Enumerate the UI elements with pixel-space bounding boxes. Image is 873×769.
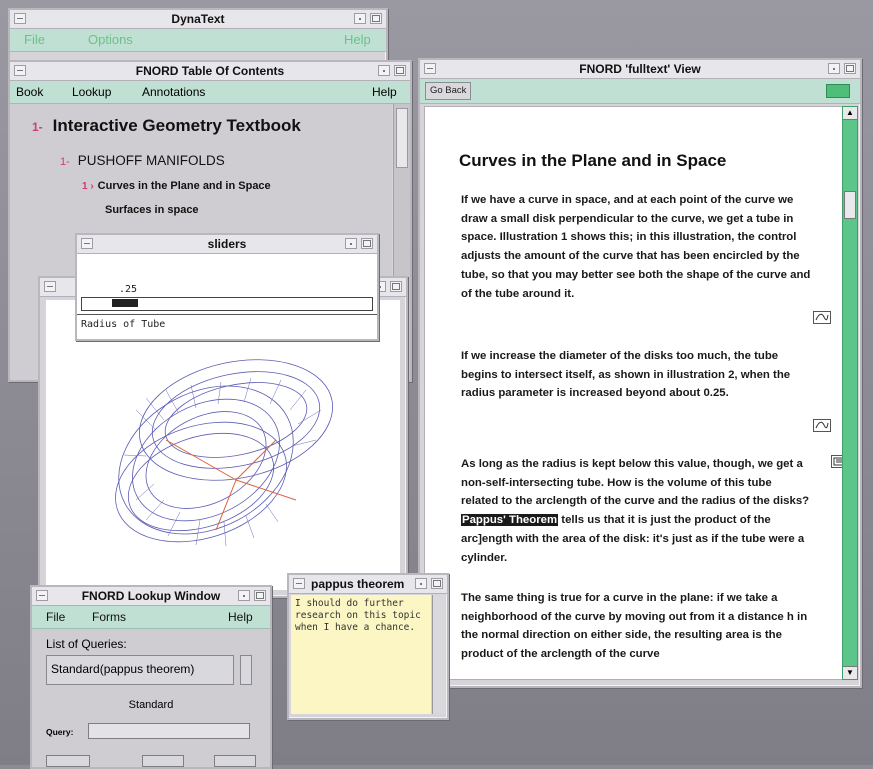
form-name: Standard (128, 699, 174, 711)
toc-item-section-curves[interactable]: 1 › Curves in the Plane and in Space (82, 180, 271, 192)
menu-lookup[interactable]: Lookup (72, 81, 111, 103)
illustration-2-icon[interactable] (813, 419, 831, 432)
sliders-window: sliders .25 Radius of Tube (75, 233, 379, 341)
menu-help[interactable]: Help (344, 29, 371, 51)
minimize-button[interactable] (415, 578, 427, 589)
illustration-canvas[interactable] (46, 300, 400, 590)
fulltext-toolbar: Go Back (420, 79, 860, 104)
scroll-thumb[interactable] (396, 108, 408, 168)
minimize-button[interactable] (354, 13, 366, 24)
maximize-button[interactable] (431, 578, 443, 589)
maximize-button[interactable] (254, 590, 266, 601)
toc-item-label: Curves in the Plane and in Space (97, 180, 271, 192)
toc-item-label: Interactive Geometry Textbook (52, 116, 301, 135)
paragraph-1: If we have a curve in space, and at each… (461, 194, 811, 300)
dynatext-window: DynaText File Options Help (8, 8, 388, 64)
radius-slider-track[interactable] (81, 297, 373, 311)
form-button[interactable] (46, 755, 90, 767)
toc-item-section-surfaces[interactable]: Surfaces in space (105, 204, 199, 216)
sliders-body: .25 Radius of Tube (77, 254, 377, 339)
form-button[interactable] (142, 755, 184, 767)
slider-label: Radius of Tube (81, 319, 166, 330)
menu-book[interactable]: Book (16, 81, 43, 103)
maximize-button[interactable] (361, 238, 373, 249)
lookup-menubar: File Forms Help (32, 606, 270, 629)
toc-item-book[interactable]: 1- Interactive Geometry Textbook (32, 116, 301, 136)
query-list[interactable]: Standard(pappus theorem) (46, 655, 234, 685)
sliders-title: sliders (77, 235, 377, 254)
go-back-button[interactable]: Go Back (425, 82, 472, 100)
lookup-window: FNORD Lookup Window File Forms Help List… (30, 585, 272, 769)
note-window: pappus theorem I should do further resea… (287, 573, 449, 720)
menu-file[interactable]: File (46, 606, 65, 628)
paragraph-3: As long as the radius is kept below this… (461, 455, 811, 567)
dynatext-title: DynaText (10, 10, 386, 29)
slider-value: .25 (119, 284, 138, 295)
toc-item-label: PUSHOFF MANIFOLDS (77, 153, 225, 168)
fulltext-title: FNORD 'fulltext' View (420, 60, 860, 79)
maximize-button[interactable] (394, 65, 406, 76)
toc-title: FNORD Table Of Contents (10, 62, 410, 81)
menu-forms[interactable]: Forms (92, 606, 126, 628)
query-label: Query: (46, 727, 74, 737)
maximize-button[interactable] (370, 13, 382, 24)
window-menu-button[interactable] (44, 281, 56, 292)
query-input[interactable] (88, 723, 250, 739)
expand-marker[interactable]: 1 › (82, 181, 94, 192)
document-page[interactable]: Curves in the Plane and in Space If we h… (424, 106, 849, 680)
toc-item-label: Surfaces in space (105, 204, 199, 216)
minimize-button[interactable] (378, 65, 390, 76)
document-heading: Curves in the Plane and in Space (459, 151, 727, 170)
expand-marker[interactable]: 1- (32, 120, 43, 134)
menu-help[interactable]: Help (228, 606, 253, 628)
window-menu-button[interactable] (14, 13, 26, 24)
scroll-down-arrow-icon[interactable]: ▼ (843, 666, 857, 679)
minimize-button[interactable] (238, 590, 250, 601)
fulltext-scrollbar[interactable]: ▲ ▼ (842, 106, 858, 680)
window-menu-button[interactable] (14, 65, 26, 76)
window-menu-button[interactable] (36, 590, 48, 601)
menu-annotations[interactable]: Annotations (142, 81, 205, 103)
expand-marker[interactable]: 1- (60, 156, 70, 168)
maximize-button[interactable] (844, 63, 856, 74)
divider (77, 314, 377, 315)
menu-file[interactable]: File (24, 29, 45, 51)
window-menu-button[interactable] (293, 578, 305, 589)
scroll-up-arrow-icon[interactable]: ▲ (843, 107, 857, 120)
window-menu-button[interactable] (424, 63, 436, 74)
menu-help[interactable]: Help (372, 81, 397, 103)
paragraph-4: The same thing is true for a curve in th… (461, 592, 808, 661)
form-button[interactable] (214, 755, 256, 767)
toc-menubar: Book Lookup Annotations Help (10, 81, 410, 104)
toc-item-chapter[interactable]: 1- PUSHOFF MANIFOLDS (60, 153, 225, 168)
window-menu-button[interactable] (81, 238, 93, 249)
list-of-queries-label: List of Queries: (46, 637, 127, 651)
query-list-scrollbar[interactable] (240, 655, 252, 685)
fulltext-window: FNORD 'fulltext' View Go Back Curves in … (418, 58, 862, 688)
menu-options[interactable]: Options (88, 29, 133, 51)
scroll-thumb[interactable] (844, 191, 856, 219)
note-scrollbar[interactable] (432, 595, 445, 714)
lookup-body: List of Queries: Standard(pappus theorem… (32, 629, 270, 767)
status-indicator-icon (826, 84, 850, 98)
lookup-title: FNORD Lookup Window (32, 587, 270, 606)
query-list-item[interactable]: Standard(pappus theorem) (51, 662, 194, 676)
tube-surface-graphic (115, 359, 334, 547)
paragraph-3-text-a: As long as the radius is kept below this… (461, 458, 810, 508)
illustration-1-icon[interactable] (813, 311, 831, 324)
maximize-button[interactable] (390, 281, 402, 292)
paragraph-2: If we increase the diameter of the disks… (461, 350, 791, 400)
minimize-button[interactable] (345, 238, 357, 249)
radius-slider-handle[interactable] (112, 299, 138, 307)
note-text[interactable]: I should do further research on this top… (291, 595, 431, 714)
pappus-theorem-link[interactable]: Pappus' Theorem (461, 514, 559, 527)
minimize-button[interactable] (828, 63, 840, 74)
dynatext-menubar: File Options Help (10, 29, 386, 52)
